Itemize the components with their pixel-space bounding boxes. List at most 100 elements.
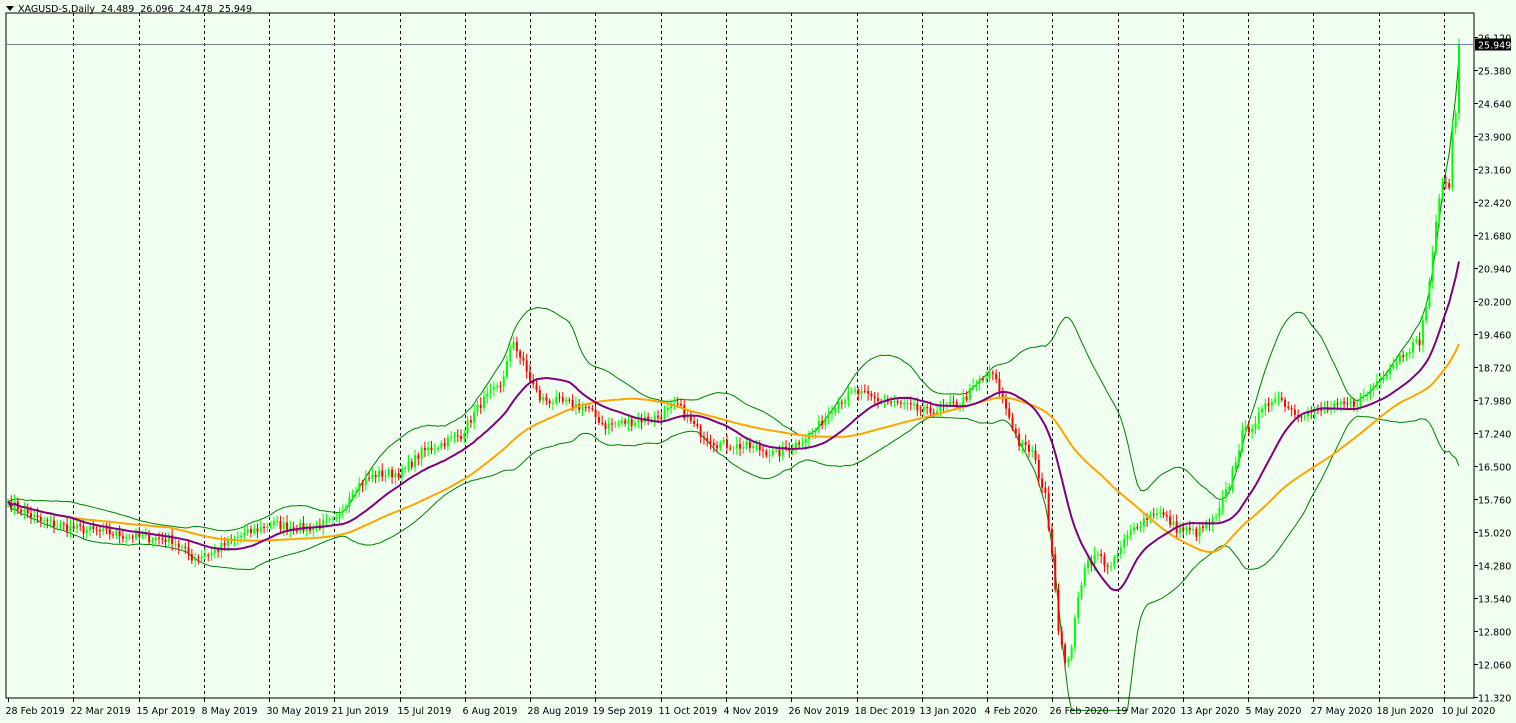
candle-body	[729, 447, 732, 449]
candle-body	[702, 436, 705, 439]
x-tick-label: 11 Oct 2019	[659, 706, 718, 717]
candle-body	[676, 403, 679, 405]
candle-body	[732, 448, 735, 450]
chart-window[interactable]: XAGUSD-S,Daily 24.489 26.096 24.478 25.949 2…	[0, 0, 1516, 723]
candle-body	[860, 390, 863, 394]
candle-body	[440, 442, 443, 448]
candle-body	[1224, 489, 1227, 498]
candle-body	[1162, 512, 1165, 516]
candle-body	[611, 423, 614, 425]
x-tick-label: 8 May 2019	[202, 706, 258, 717]
candle-body	[591, 408, 594, 410]
candle-body	[863, 390, 866, 392]
candle-body	[991, 372, 994, 374]
y-tick-label: 24.640	[1478, 100, 1511, 111]
candle-body	[571, 399, 574, 408]
candle-body	[1159, 512, 1162, 514]
candle-body	[801, 443, 804, 445]
candle-body	[1339, 401, 1342, 405]
candle-body	[1372, 386, 1375, 390]
candle-body	[706, 438, 709, 441]
candle-body	[1257, 412, 1260, 424]
candle-body	[512, 341, 515, 349]
candle-body	[364, 478, 367, 486]
candle-body	[125, 537, 128, 539]
candle-body	[909, 403, 912, 405]
y-tick-label: 12.060	[1478, 661, 1511, 672]
candle-body	[1008, 408, 1011, 418]
candle-body	[1087, 560, 1090, 568]
candle-body	[837, 402, 840, 409]
candle-body	[154, 537, 157, 541]
candle-body	[1435, 221, 1438, 253]
candle-body	[430, 447, 433, 451]
candle-body	[840, 402, 843, 404]
candle-body	[847, 391, 850, 401]
candle-body	[108, 528, 111, 535]
x-tick-label: 21 Jun 2019	[332, 706, 389, 717]
candle-body	[1116, 554, 1119, 558]
candle-body	[568, 399, 571, 401]
x-tick-label: 18 Dec 2019	[855, 706, 916, 717]
dropdown-triangle-icon[interactable]	[6, 6, 14, 11]
candle-body	[479, 404, 482, 408]
x-tick-label: 5 May 2020	[1246, 706, 1302, 717]
candle-body	[1238, 450, 1241, 463]
candle-body	[1123, 538, 1126, 548]
candle-body	[853, 389, 856, 392]
candle-body	[607, 423, 610, 429]
candle-body	[565, 399, 568, 402]
candle-body	[975, 383, 978, 386]
candle-body	[1343, 401, 1346, 404]
candle-body	[601, 422, 604, 424]
candle-body	[286, 522, 289, 531]
candle-body	[663, 410, 666, 420]
candle-body	[489, 389, 492, 394]
candle-body	[483, 396, 486, 408]
x-tick-label: 26 Feb 2020	[1050, 706, 1109, 717]
candle-body	[46, 520, 49, 522]
candle-body	[696, 423, 699, 427]
candle-body	[1428, 281, 1431, 307]
candle-body	[1458, 44, 1460, 114]
candle-body	[679, 403, 682, 406]
candle-body	[112, 534, 115, 536]
price-chart[interactable]: 28 Feb 2019 22 Mar 2019 15 Apr 2019 8 May 2…	[0, 0, 1516, 723]
candle-body	[1004, 397, 1007, 409]
candle-body	[52, 520, 55, 527]
candle-body	[282, 522, 285, 529]
candle-body	[105, 528, 108, 530]
candle-body	[988, 372, 991, 379]
candle-body	[896, 401, 899, 403]
candle-body	[1126, 535, 1129, 539]
candle-body	[1336, 403, 1339, 405]
candle-body	[765, 451, 768, 456]
candle-body	[502, 376, 505, 387]
candle-body	[456, 435, 459, 437]
candle-body	[1195, 529, 1198, 537]
candle-body	[1165, 515, 1168, 517]
candle-body	[325, 519, 328, 521]
candle-body	[830, 412, 833, 415]
ohlc-high: 26.096	[140, 4, 174, 15]
candle-body	[1293, 409, 1296, 415]
candle-body	[66, 524, 69, 532]
candle-body	[739, 444, 742, 449]
candle-body	[469, 420, 472, 423]
ohlc-open: 24.489	[101, 4, 135, 15]
candle-body	[1264, 403, 1267, 409]
candle-body	[115, 530, 118, 536]
x-tick-label: 4 Feb 2020	[985, 706, 1038, 717]
y-tick-label: 20.940	[1478, 265, 1511, 276]
candle-body	[210, 552, 213, 556]
candle-body	[758, 445, 761, 451]
y-tick-label: 22.420	[1478, 199, 1511, 210]
candle-body	[213, 549, 216, 553]
candle-body	[873, 396, 876, 399]
candle-body	[1438, 198, 1441, 222]
y-tick-label: 25.380	[1478, 67, 1511, 78]
candle-body	[361, 483, 364, 486]
candle-body	[666, 407, 669, 411]
candle-body	[95, 529, 98, 531]
candle-body	[79, 524, 82, 527]
